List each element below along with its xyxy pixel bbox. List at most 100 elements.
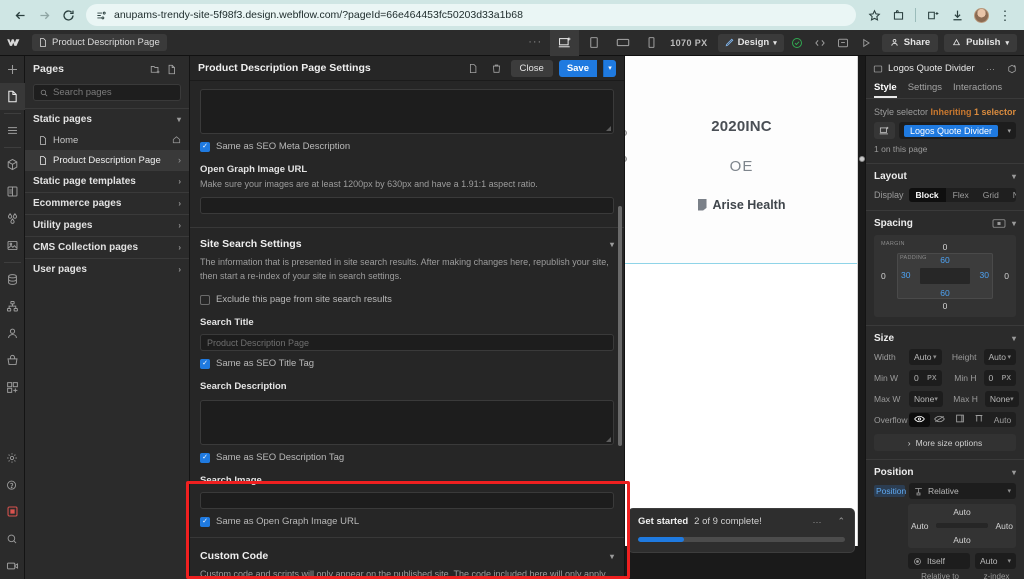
close-button[interactable]: Close bbox=[510, 59, 553, 77]
chevron-down-icon[interactable]: ▾ bbox=[1010, 395, 1014, 403]
padding-left-value[interactable]: 30 bbox=[901, 270, 910, 280]
relative-to-input[interactable]: Itself bbox=[908, 553, 970, 569]
tab-search-icon[interactable] bbox=[922, 4, 944, 26]
add-panel-icon[interactable] bbox=[0, 56, 25, 83]
margin-left-value[interactable]: 0 bbox=[881, 271, 886, 281]
reload-icon[interactable] bbox=[56, 3, 80, 27]
search-icon[interactable] bbox=[0, 525, 25, 552]
width-input[interactable]: Auto ▾ bbox=[909, 349, 942, 365]
site-search-settings-header[interactable]: Site Search Settings ▾ bbox=[200, 238, 614, 250]
chevron-down-icon[interactable]: ▾ bbox=[934, 395, 938, 403]
bookmark-star-icon[interactable] bbox=[863, 4, 885, 26]
browser-menu-icon[interactable]: ⋮ bbox=[994, 4, 1016, 26]
breakpoint-desktop-icon[interactable] bbox=[550, 29, 580, 56]
forward-icon[interactable] bbox=[32, 3, 56, 27]
position-left-value[interactable]: Auto bbox=[911, 521, 929, 531]
overflow-auto-value[interactable]: Auto bbox=[989, 413, 1016, 427]
tab-interactions[interactable]: Interactions bbox=[953, 82, 1002, 98]
checkbox-checked-icon[interactable]: ✓ bbox=[200, 358, 210, 369]
chevron-down-icon[interactable]: ▾ bbox=[1007, 127, 1011, 135]
breakpoint-scope-icon[interactable] bbox=[874, 122, 895, 139]
variables-drops-icon[interactable] bbox=[0, 205, 25, 232]
position-dropdown[interactable]: Relative ▾ bbox=[909, 483, 1016, 499]
display-option-grid[interactable]: Grid bbox=[976, 188, 1006, 202]
share-button[interactable]: Share bbox=[881, 33, 939, 52]
overflow-hidden-icon[interactable] bbox=[930, 413, 951, 427]
inheriting-count[interactable]: 1 selector bbox=[974, 107, 1016, 117]
chevron-down-icon[interactable]: ▾ bbox=[933, 353, 937, 361]
same-as-seo-description-checkbox-row[interactable]: ✓ Same as SEO Description Tag bbox=[200, 452, 614, 463]
back-icon[interactable] bbox=[8, 3, 32, 27]
pages-section-ecommerce-pages[interactable]: Ecommerce pages › bbox=[25, 193, 189, 214]
pages-section-static-page-templates[interactable]: Static page templates › bbox=[25, 171, 189, 192]
max-width-input[interactable]: None ▾ bbox=[909, 391, 943, 407]
display-option-flex[interactable]: Flex bbox=[946, 188, 976, 202]
new-page-icon[interactable] bbox=[164, 61, 181, 78]
custom-code-header[interactable]: Custom Code ▾ bbox=[200, 550, 614, 562]
min-height-input[interactable]: 0 PX bbox=[983, 370, 1016, 386]
og-description-textarea[interactable] bbox=[200, 89, 614, 134]
chevron-down-icon[interactable]: ▾ bbox=[1007, 487, 1011, 495]
breakpoint-tablet-landscape-icon[interactable] bbox=[608, 30, 637, 56]
padding-box[interactable]: PADDING 60 60 30 30 bbox=[897, 253, 993, 299]
chevron-down-icon[interactable]: ▾ bbox=[1007, 557, 1011, 565]
pages-section-utility-pages[interactable]: Utility pages › bbox=[25, 215, 189, 236]
breakpoint-mobile-icon[interactable] bbox=[637, 30, 666, 56]
apps-icon[interactable] bbox=[0, 374, 25, 401]
checkbox-checked-icon[interactable]: ✓ bbox=[200, 452, 210, 463]
overflow-scroll-icon[interactable] bbox=[950, 412, 970, 427]
download-icon[interactable] bbox=[946, 4, 968, 26]
pages-section-user-pages[interactable]: User pages › bbox=[25, 259, 189, 280]
toast-collapse-icon[interactable]: ⌃ bbox=[837, 516, 845, 527]
search-image-input[interactable] bbox=[200, 492, 614, 510]
og-same-as-meta-checkbox-row[interactable]: ✓ Same as SEO Meta Description bbox=[200, 141, 614, 152]
position-right-value[interactable]: Auto bbox=[996, 521, 1014, 531]
margin-box[interactable]: MARGIN 0 0 0 0 PADDING 60 60 30 30 bbox=[880, 241, 1010, 311]
margin-right-value[interactable]: 0 bbox=[1004, 271, 1009, 281]
pages-section-cms-collection-pages[interactable]: CMS Collection pages › bbox=[25, 237, 189, 258]
save-dropdown-icon[interactable]: ▾ bbox=[603, 59, 616, 77]
preview-play-icon[interactable] bbox=[856, 33, 876, 53]
get-started-toast[interactable]: Get started 2 of 9 complete! ··· ⌃ bbox=[628, 508, 855, 553]
page-chip[interactable]: Product Description Page bbox=[32, 34, 167, 51]
style-manager-icon[interactable] bbox=[0, 178, 25, 205]
save-button[interactable]: Save bbox=[558, 59, 597, 77]
spacing-section-header[interactable]: Spacing ▾ bbox=[866, 211, 1024, 229]
margin-bottom-value[interactable]: 0 bbox=[880, 301, 1010, 311]
avatar[interactable] bbox=[970, 4, 992, 26]
og-image-url-input[interactable] bbox=[200, 197, 614, 215]
z-index-input[interactable]: Auto ▾ bbox=[974, 553, 1016, 569]
search-pages-input[interactable]: Search pages bbox=[33, 84, 181, 101]
webflow-logo-icon[interactable] bbox=[0, 30, 26, 56]
display-option-none[interactable]: None bbox=[1006, 188, 1016, 202]
navigator-layers-icon[interactable] bbox=[0, 117, 25, 144]
video-icon[interactable] bbox=[0, 552, 25, 579]
size-section-header[interactable]: Size ▾ bbox=[866, 326, 1024, 344]
design-mode-dropdown[interactable]: Design ▾ bbox=[717, 33, 784, 52]
checkbox-unchecked-icon[interactable] bbox=[200, 294, 210, 305]
comment-icon[interactable] bbox=[833, 33, 853, 53]
padding-right-value[interactable]: 30 bbox=[980, 270, 989, 280]
more-size-options-button[interactable]: › More size options bbox=[874, 434, 1016, 451]
chevron-down-icon[interactable]: ▾ bbox=[1007, 353, 1011, 361]
search-description-textarea[interactable] bbox=[200, 400, 614, 446]
position-section-header[interactable]: Position ▾ bbox=[866, 460, 1024, 478]
ecommerce-basket-icon[interactable] bbox=[0, 347, 25, 374]
breakpoint-tablet-icon[interactable] bbox=[579, 30, 608, 56]
same-as-og-image-checkbox-row[interactable]: ✓ Same as Open Graph Image URL bbox=[200, 516, 614, 527]
add-element-icon[interactable] bbox=[1007, 64, 1017, 74]
pages-section-static-pages[interactable]: Static pages ▾ bbox=[25, 109, 189, 130]
position-offsets-box[interactable]: Auto Auto Auto Auto bbox=[908, 504, 1016, 548]
overflow-scrollbars-icon[interactable] bbox=[970, 412, 990, 427]
design-canvas[interactable]: 2020INC OE Arise Health bbox=[625, 56, 865, 579]
save-status-icon[interactable] bbox=[787, 33, 807, 53]
cms-database-icon[interactable] bbox=[0, 266, 25, 293]
publish-button[interactable]: Publish ▾ bbox=[944, 33, 1017, 52]
address-bar[interactable]: anupams-trendy-site-5f98f3.design.webflo… bbox=[86, 4, 856, 26]
selector-chip[interactable]: Logos Quote Divider bbox=[904, 124, 999, 137]
position-bottom-value[interactable]: Auto bbox=[908, 535, 1016, 545]
site-settings-icon[interactable] bbox=[95, 9, 107, 21]
logos-quote-divider-section[interactable]: 2020INC OE Arise Health bbox=[625, 56, 858, 264]
components-cube-icon[interactable] bbox=[0, 151, 25, 178]
settings-gear-icon[interactable] bbox=[0, 444, 25, 471]
